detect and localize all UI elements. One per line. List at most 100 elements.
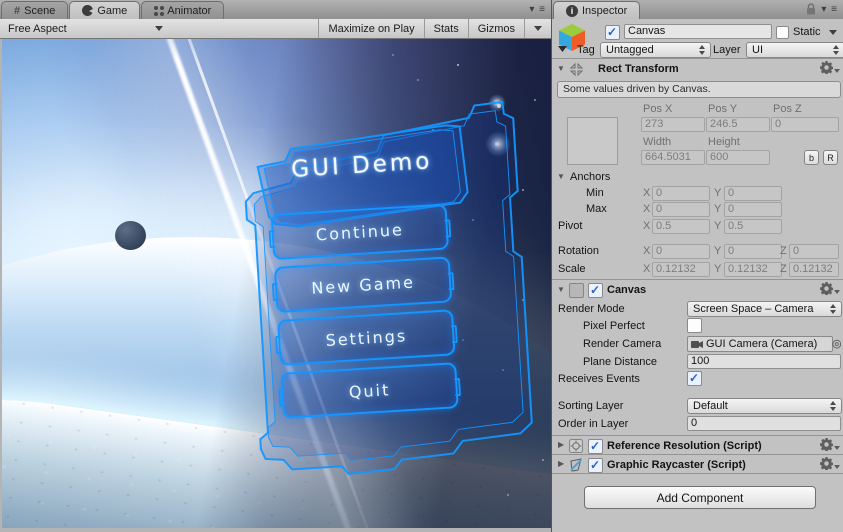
tag-label: Tag [577, 44, 595, 56]
graphic-raycaster-title: Graphic Raycaster (Script) [607, 459, 746, 471]
height-field: 600 [706, 150, 770, 165]
axis-x-label: X [643, 220, 651, 232]
pos-y-label: Pos Y [708, 103, 738, 115]
plane-distance-field[interactable]: 100 [687, 354, 841, 369]
rect-transform-gear-icon[interactable] [820, 61, 840, 74]
sorting-layer-label: Sorting Layer [558, 400, 624, 412]
reference-resolution-icon [569, 439, 583, 453]
canvas-foldout[interactable]: ▼ [557, 285, 565, 294]
pixel-perfect-label: Pixel Perfect [583, 320, 645, 332]
min-x-field: 0 [652, 186, 710, 201]
pos-y-field: 246.5 [706, 117, 770, 132]
gameobject-name-field[interactable]: Canvas [624, 24, 772, 39]
chevron-down-icon [155, 26, 163, 31]
reference-resolution-foldout[interactable]: ▶ [558, 440, 564, 449]
pixel-perfect-checkbox[interactable] [687, 318, 702, 333]
inspector-panel: Inspector ▾ ≡ Canvas Static Tag Untagged… [551, 0, 843, 532]
tab-inspector-label: Inspector [582, 4, 628, 17]
anchors-label: Anchors [570, 171, 611, 183]
tab-scene-label: Scene [24, 4, 56, 17]
pivot-label: Pivot [558, 220, 583, 232]
max-y-field: 0 [724, 202, 782, 217]
axis-x-label: X [643, 263, 651, 275]
anchors-min-label: Min [586, 187, 604, 199]
divider [552, 435, 843, 436]
anchors-foldout[interactable]: ▼ [557, 172, 565, 181]
info-icon [566, 4, 578, 17]
min-y-field: 0 [724, 186, 782, 201]
divider [552, 279, 843, 280]
render-camera-label: Render Camera [583, 338, 662, 350]
render-mode-dropdown[interactable]: Screen Space – Camera [687, 301, 842, 317]
view-tabbar: # Scene Game Animator ▾ ≡ [0, 0, 551, 19]
rotation-label: Rotation [558, 245, 599, 257]
gizmos-button[interactable]: Gizmos [467, 19, 524, 38]
static-dropdown-icon[interactable] [829, 30, 837, 35]
order-in-layer-label: Order in Layer [558, 418, 629, 430]
tab-scene[interactable]: # Scene [1, 1, 69, 19]
tab-inspector[interactable]: Inspector [553, 1, 641, 19]
raw-edit-mode-button[interactable]: R [823, 150, 838, 165]
anchor-preview[interactable] [567, 117, 618, 165]
tab-game-label: Game [97, 4, 128, 17]
rect-transform-title: Rect Transform [598, 63, 679, 75]
tab-game[interactable]: Game [69, 1, 141, 19]
gameobject-active-checkbox[interactable] [605, 25, 620, 40]
pivot-x-field: 0.5 [652, 219, 710, 234]
pane-menu-icon[interactable]: ▾ ≡ [529, 4, 551, 15]
game-toolbar: Free Aspect Maximize on Play Stats Gizmo… [0, 19, 551, 39]
width-label: Width [643, 136, 672, 148]
layer-label: Layer [713, 44, 741, 56]
aspect-dropdown-label: Free Aspect [8, 22, 67, 35]
game-joystick-icon [82, 5, 96, 16]
static-label: Static [793, 26, 821, 38]
context-menu-icon[interactable]: ▾ ≡ [821, 4, 838, 15]
add-component-button[interactable]: Add Component [584, 486, 816, 509]
height-label: Height [708, 136, 740, 148]
static-checkbox[interactable] [776, 26, 789, 39]
receives-events-label: Receives Events [558, 373, 640, 385]
game-viewport: GUI Demo Continue New Game Settings Quit [0, 39, 551, 532]
tab-animator-label: Animator [167, 4, 212, 17]
canvas-gear-icon[interactable] [820, 282, 840, 295]
lock-icon[interactable] [806, 3, 816, 16]
blueprint-mode-button[interactable]: b [804, 150, 819, 165]
canvas-enabled-checkbox[interactable] [588, 283, 603, 298]
axis-z-label: Z [780, 245, 787, 257]
receives-events-checkbox[interactable] [687, 371, 702, 386]
inspector-tabbar: Inspector ▾ ≡ [552, 0, 843, 19]
gizmos-dropdown-arrow[interactable] [524, 19, 551, 38]
canvas-component-icon [569, 283, 584, 298]
graphic-raycaster-enabled-checkbox[interactable] [588, 458, 603, 473]
chevron-down-icon [534, 26, 542, 31]
rect-transform-foldout[interactable]: ▼ [557, 64, 565, 73]
pos-z-label: Pos Z [773, 103, 802, 115]
object-picker-icon[interactable]: ◎ [832, 339, 842, 350]
sorting-layer-dropdown[interactable]: Default [687, 398, 842, 414]
order-in-layer-field[interactable]: 0 [687, 416, 841, 431]
aspect-dropdown[interactable]: Free Aspect [0, 19, 171, 38]
anchors-max-label: Max [586, 203, 607, 215]
render-mode-label: Render Mode [558, 303, 625, 315]
render-camera-object-field[interactable]: GUI Camera (Camera) [687, 336, 833, 352]
max-x-field: 0 [652, 202, 710, 217]
graphic-raycaster-gear-icon[interactable] [820, 457, 840, 470]
reference-resolution-gear-icon[interactable] [820, 438, 840, 451]
tab-animator[interactable]: Animator [141, 1, 225, 19]
scale-x-field: 0.12132 [652, 262, 710, 277]
maximize-on-play-button[interactable]: Maximize on Play [318, 19, 423, 38]
toolbar-right-group: Maximize on Play Stats Gizmos [318, 19, 551, 38]
pos-x-label: Pos X [643, 103, 673, 115]
updown-icon [830, 401, 837, 411]
pos-z-field: 0 [771, 117, 839, 132]
pos-x-field: 273 [641, 117, 705, 132]
graphic-raycaster-foldout[interactable]: ▶ [558, 459, 564, 468]
reference-resolution-enabled-checkbox[interactable] [588, 439, 603, 454]
gui-demo-menu-panel: GUI Demo Continue New Game Settings Quit [228, 90, 551, 508]
tag-dropdown[interactable]: Untagged [600, 42, 711, 58]
axis-y-label: Y [714, 263, 722, 275]
axis-x-label: X [643, 245, 651, 257]
axis-y-label: Y [714, 203, 722, 215]
layer-dropdown[interactable]: UI [746, 42, 843, 58]
stats-button[interactable]: Stats [423, 19, 468, 38]
